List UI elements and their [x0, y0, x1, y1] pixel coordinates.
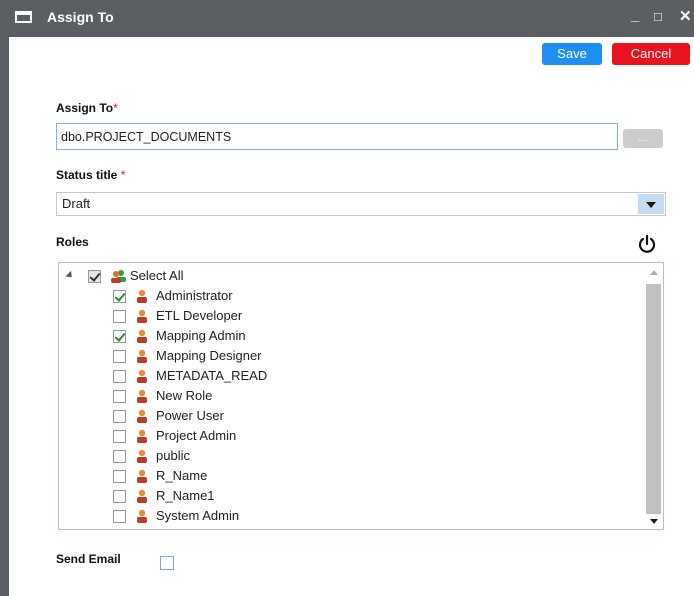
role-label: METADATA_READ: [156, 368, 268, 383]
role-row[interactable]: public: [59, 446, 639, 466]
required-marker: *: [120, 168, 126, 182]
save-button[interactable]: Save: [542, 43, 602, 65]
scroll-down-icon[interactable]: [650, 519, 658, 524]
required-marker: *: [113, 101, 118, 115]
role-label: Mapping Admin: [156, 328, 246, 343]
minimize-icon[interactable]: _: [631, 7, 639, 24]
window-titlebar: Assign To _ □ ✕: [0, 0, 694, 37]
role-label: Administrator: [156, 288, 233, 303]
role-checkbox[interactable]: [113, 390, 126, 403]
role-checkbox[interactable]: [113, 430, 126, 443]
user-icon: [136, 529, 148, 530]
user-icon: [137, 309, 147, 323]
send-email-label: Send Email: [56, 552, 121, 566]
role-checkbox[interactable]: [113, 410, 126, 423]
role-label: R_Name: [156, 468, 208, 483]
roles-scrollbar[interactable]: [645, 263, 663, 529]
roles-label: Roles: [56, 235, 89, 249]
status-select[interactable]: Draft: [56, 192, 666, 216]
user-icon: [137, 329, 147, 343]
user-icon: [137, 489, 147, 503]
role-row[interactable]: R_Name: [59, 466, 639, 486]
role-row[interactable]: Mapping Designer: [59, 346, 639, 366]
role-row[interactable]: Power User: [59, 406, 639, 426]
role-row[interactable]: Administrator: [59, 286, 639, 306]
assign-to-input[interactable]: dbo.PROJECT_DOCUMENTS: [56, 123, 618, 150]
role-checkbox[interactable]: [113, 370, 126, 383]
roles-tree[interactable]: Select All Administrator ETL Developer M…: [58, 262, 664, 530]
role-checkbox[interactable]: [113, 330, 126, 343]
user-icon: [137, 429, 147, 443]
role-label: R_Name1: [156, 488, 215, 503]
user-icon: [137, 409, 147, 423]
role-row[interactable]: R_Name1: [59, 486, 639, 506]
role-row[interactable]: METADATA_READ: [59, 366, 639, 386]
left-border: [0, 37, 9, 596]
role-checkbox[interactable]: [113, 450, 126, 463]
role-label: System Admin: [156, 508, 240, 523]
role-row[interactable]: Project Admin: [59, 426, 639, 446]
role-label: public: [156, 448, 190, 463]
window-title: Assign To: [47, 9, 114, 25]
user-icon: [137, 469, 147, 483]
user-icon: [137, 389, 147, 403]
role-label: Power User: [156, 408, 224, 423]
user-icon: [137, 289, 147, 303]
role-checkbox[interactable]: [113, 290, 126, 303]
status-selected-value: Draft: [62, 196, 91, 211]
role-checkbox[interactable]: [113, 510, 126, 523]
role-checkbox[interactable]: [113, 310, 126, 323]
select-all-label: Select All: [130, 268, 184, 283]
role-label: New Role: [156, 388, 213, 403]
close-icon[interactable]: ✕: [679, 7, 692, 25]
collapse-toggle-icon[interactable]: [65, 270, 75, 281]
cancel-button[interactable]: Cancel: [612, 43, 690, 65]
user-icon: [137, 509, 147, 523]
window-icon: [15, 11, 32, 23]
chevron-down-icon[interactable]: [638, 194, 664, 214]
user-icon: [137, 349, 147, 363]
assign-to-label: Assign To*: [56, 101, 118, 115]
select-all-row[interactable]: Select All: [59, 266, 639, 286]
users-group-icon: [111, 270, 126, 283]
scroll-up-icon[interactable]: [650, 270, 658, 275]
role-checkbox[interactable]: [113, 350, 126, 363]
status-title-label: Status title *: [56, 168, 126, 182]
send-email-checkbox[interactable]: [160, 556, 174, 570]
power-icon[interactable]: [637, 234, 657, 254]
role-row-partial[interactable]: [59, 526, 639, 530]
role-row[interactable]: Mapping Admin: [59, 326, 639, 346]
role-label: ETL Developer: [156, 308, 243, 323]
user-icon: [137, 449, 147, 463]
user-icon: [137, 369, 147, 383]
role-row[interactable]: New Role: [59, 386, 639, 406]
select-all-checkbox[interactable]: [88, 270, 101, 283]
role-checkbox[interactable]: [113, 490, 126, 503]
role-checkbox[interactable]: [113, 470, 126, 483]
scroll-thumb[interactable]: [646, 284, 661, 514]
role-row[interactable]: System Admin: [59, 506, 639, 526]
maximize-icon[interactable]: □: [654, 9, 662, 24]
role-label: Project Admin: [156, 428, 237, 443]
role-row[interactable]: ETL Developer: [59, 306, 639, 326]
role-label: Mapping Designer: [156, 348, 262, 363]
browse-button[interactable]: ...: [623, 129, 663, 148]
